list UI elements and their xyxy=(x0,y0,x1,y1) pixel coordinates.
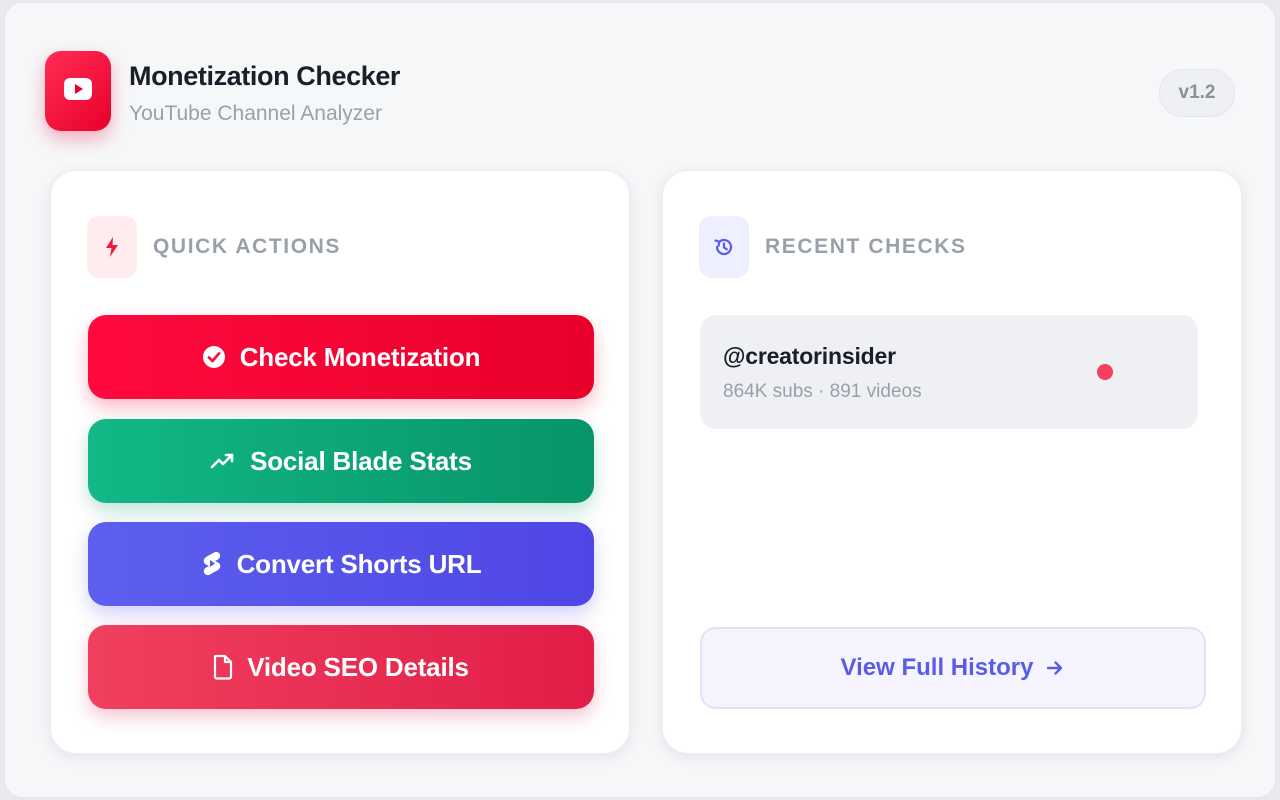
app-subtitle: YouTube Channel Analyzer xyxy=(129,102,382,125)
check-monetization-button[interactable]: Check Monetization xyxy=(88,315,594,399)
youtube-play-icon xyxy=(64,77,92,105)
recent-check-item[interactable]: @creatorinsider 864K subs · 891 videos xyxy=(700,315,1198,429)
quick-actions-card: QUICK ACTIONS Check Monetization Social … xyxy=(50,170,630,754)
social-blade-stats-button[interactable]: Social Blade Stats xyxy=(88,419,594,503)
trending-up-icon xyxy=(210,451,236,471)
video-seo-details-label: Video SEO Details xyxy=(247,651,469,682)
quick-actions-header: QUICK ACTIONS xyxy=(87,216,341,278)
app-header: Monetization Checker YouTube Channel Ana… xyxy=(45,51,1235,135)
view-full-history-label: View Full History xyxy=(840,654,1034,681)
quick-actions-heading: QUICK ACTIONS xyxy=(153,235,342,258)
recent-checks-heading: RECENT CHECKS xyxy=(765,235,967,258)
recent-checks-card: RECENT CHECKS @creatorinsider 864K subs … xyxy=(662,170,1242,754)
channel-stats: 864K subs · 891 videos xyxy=(723,381,922,402)
social-blade-stats-label: Social Blade Stats xyxy=(250,445,472,476)
check-monetization-label: Check Monetization xyxy=(239,341,481,372)
convert-shorts-url-button[interactable]: Convert Shorts URL xyxy=(88,522,594,606)
convert-shorts-url-label: Convert Shorts URL xyxy=(236,548,482,579)
video-seo-details-button[interactable]: Video SEO Details xyxy=(88,625,594,709)
app-title: Monetization Checker xyxy=(129,61,401,91)
app-logo xyxy=(45,51,111,131)
version-badge: v1.2 xyxy=(1159,69,1235,117)
document-icon xyxy=(213,654,233,680)
popup-window: Monetization Checker YouTube Channel Ana… xyxy=(4,2,1276,798)
check-circle-icon xyxy=(202,345,226,369)
view-full-history-button[interactable]: View Full History xyxy=(700,627,1206,709)
channel-handle: @creatorinsider xyxy=(723,343,896,369)
lightning-bolt-icon xyxy=(87,216,137,278)
history-icon xyxy=(699,216,749,278)
shorts-icon xyxy=(201,550,223,578)
recent-checks-header: RECENT CHECKS xyxy=(699,216,967,278)
arrow-right-icon xyxy=(1045,659,1065,677)
status-dot xyxy=(1097,364,1113,380)
